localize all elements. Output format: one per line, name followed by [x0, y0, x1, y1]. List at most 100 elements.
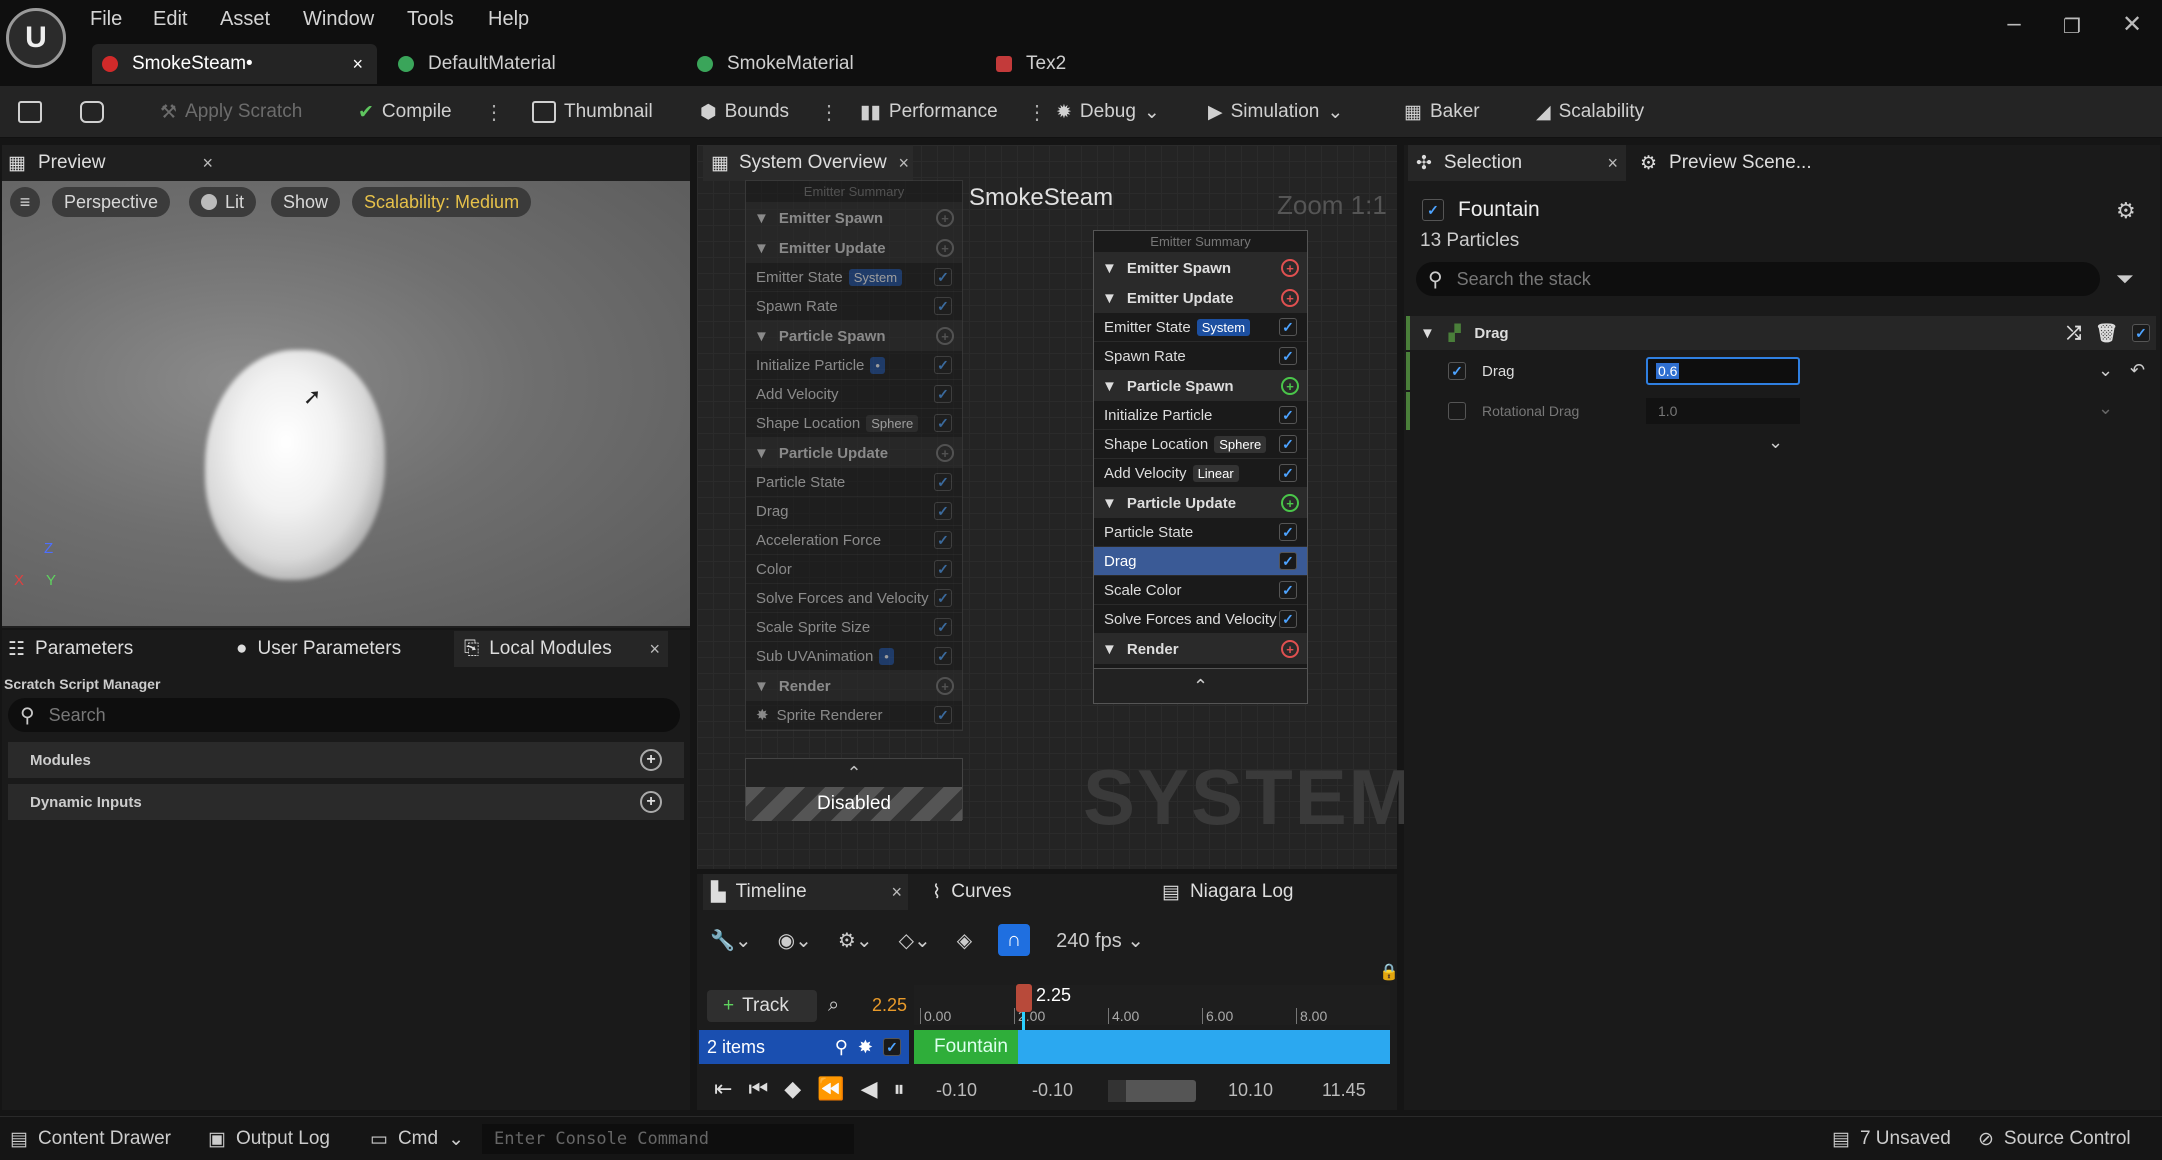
pause-icon[interactable]: ⏸: [894, 1076, 905, 1102]
compile-options-icon[interactable]: ⋮: [484, 100, 504, 124]
keyframe-icon[interactable]: ◇⌄: [899, 928, 931, 953]
settings-gear-icon[interactable]: ⚙: [2116, 198, 2136, 224]
hamburger-menu-icon[interactable]: ≡: [10, 187, 40, 217]
current-time-field[interactable]: 2.25: [872, 995, 907, 1016]
module-scale-sprite-size[interactable]: Scale Sprite Size ✓: [746, 613, 962, 642]
module-spawn-rate[interactable]: Spawn Rate ✓: [1094, 342, 1307, 371]
close-icon[interactable]: ×: [202, 153, 213, 174]
chevron-down-icon[interactable]: ⌄: [2098, 360, 2113, 381]
tab-smokesteam[interactable]: SmokeSteam• ×: [92, 44, 377, 84]
add-module-icon[interactable]: +: [936, 327, 954, 345]
module-enabled-checkbox[interactable]: ✓: [934, 297, 952, 315]
snap-magnet-icon[interactable]: ∩: [998, 924, 1031, 956]
module-enabled-checkbox[interactable]: ✓: [934, 414, 952, 432]
tab-tex2[interactable]: Tex2: [996, 44, 1196, 84]
add-module-icon[interactable]: +: [640, 749, 662, 771]
debug-button[interactable]: ✹ Debug ⌄: [1056, 98, 1160, 126]
module-enabled-checkbox[interactable]: ✓: [934, 356, 952, 374]
module-sub-uvanimation[interactable]: Sub UVAnimation • ✓: [746, 642, 962, 671]
performance-options-icon[interactable]: ⋮: [1027, 100, 1047, 124]
close-icon[interactable]: ×: [898, 153, 909, 174]
scalability-medium-button[interactable]: Scalability: Medium: [352, 187, 532, 217]
dynamic-inputs-section[interactable]: Dynamic Inputs +: [8, 784, 684, 820]
close-icon[interactable]: ×: [649, 639, 660, 660]
module-add-velocity[interactable]: Add Velocity Linear ✓: [1094, 459, 1307, 488]
module-emitter-state[interactable]: Emitter State System ✓: [746, 263, 962, 292]
add-module-icon[interactable]: +: [936, 239, 954, 257]
playback-options-icon[interactable]: ⚙⌄: [838, 928, 873, 953]
tab-parameters[interactable]: ☷ Parameters: [8, 631, 133, 667]
module-enabled-checkbox[interactable]: ✓: [934, 268, 952, 286]
module-shape-location[interactable]: Shape Location Sphere ✓: [746, 409, 962, 438]
console-input[interactable]: Enter Console Command: [482, 1124, 854, 1154]
view-start-field[interactable]: -0.10: [936, 1080, 977, 1101]
menu-edit[interactable]: Edit: [153, 8, 187, 31]
tab-smokematerial[interactable]: SmokeMaterial: [697, 44, 967, 84]
menu-file[interactable]: File: [90, 8, 122, 31]
add-dynamic-input-icon[interactable]: +: [640, 791, 662, 813]
bounds-options-icon[interactable]: ⋮: [819, 100, 839, 124]
close-icon[interactable]: ×: [352, 54, 363, 75]
step-back-icon[interactable]: ◆: [784, 1076, 801, 1102]
cmd-dropdown[interactable]: ▭ Cmd ⌄: [370, 1128, 464, 1151]
module-solve-forces-and-velocity[interactable]: Solve Forces and Velocity ✓: [1094, 605, 1307, 634]
restore-icon[interactable]: ❐: [2052, 14, 2092, 39]
params-search-input[interactable]: ⚲ Search: [8, 698, 680, 732]
close-icon[interactable]: ×: [891, 882, 902, 903]
module-enabled-checkbox[interactable]: ✓: [1279, 552, 1297, 570]
content-drawer-button[interactable]: ▤ Content Drawer: [10, 1128, 171, 1151]
simulation-button[interactable]: ▶ Simulation ⌄: [1208, 98, 1343, 126]
module-enabled-checkbox[interactable]: ✓: [1279, 581, 1297, 599]
module-add-velocity[interactable]: Add Velocity ✓: [746, 380, 962, 409]
emitter-enabled-checkbox[interactable]: ✓: [1422, 199, 1444, 221]
module-enabled-checkbox[interactable]: ✓: [2132, 324, 2150, 342]
module-enabled-checkbox[interactable]: ✓: [934, 502, 952, 520]
stack-search-input[interactable]: ⚲ Search the stack: [1416, 262, 2100, 296]
stage-particle-update[interactable]: ▼ Particle Update +: [746, 438, 962, 468]
menu-tools[interactable]: Tools: [407, 8, 454, 31]
menu-asset[interactable]: Asset: [220, 8, 270, 31]
tab-user-parameters[interactable]: ● User Parameters: [236, 631, 401, 667]
module-shape-location[interactable]: Shape Location Sphere ✓: [1094, 430, 1307, 459]
close-icon[interactable]: ×: [1607, 153, 1618, 174]
view-end-field[interactable]: 11.45: [1322, 1080, 1366, 1101]
working-end-field[interactable]: 10.10: [1228, 1080, 1273, 1101]
chevron-down-icon[interactable]: ⌄: [2098, 398, 2113, 419]
add-track-button[interactable]: + Track: [707, 990, 817, 1022]
tab-preview[interactable]: ▦ Preview ×: [8, 145, 213, 181]
emitter-node-fountain[interactable]: Emitter Summary ▼ Emitter Spawn + ▼ Emitter U…: [1093, 230, 1308, 694]
module-spawn-rate[interactable]: Spawn Rate ✓: [746, 292, 962, 321]
module-drag[interactable]: Drag ✓: [746, 497, 962, 526]
tab-timeline[interactable]: ▙ Timeline ×: [703, 874, 908, 910]
drag-module-header[interactable]: ▼ ▞ Drag ⤮ 🗑 ✓: [1406, 316, 2156, 350]
module-enabled-checkbox[interactable]: ✓: [1279, 464, 1297, 482]
time-range-scrollbar[interactable]: [1108, 1080, 1196, 1102]
add-module-icon[interactable]: +: [936, 444, 954, 462]
rotational-drag-checkbox[interactable]: ✓: [1448, 402, 1466, 420]
module-drag[interactable]: Drag ✓: [1094, 547, 1307, 576]
drag-value-input[interactable]: 0.6: [1646, 357, 1800, 385]
module-enabled-checkbox[interactable]: ✓: [934, 385, 952, 403]
module-particle-state[interactable]: Particle State ✓: [1094, 518, 1307, 547]
jump-start-icon[interactable]: ⇤: [714, 1076, 732, 1102]
performance-button[interactable]: ▮▮ Performance: [860, 98, 998, 126]
add-module-icon[interactable]: +: [1281, 494, 1299, 512]
tab-local-modules[interactable]: ⎘ Local Modules ×: [454, 631, 668, 667]
compile-button[interactable]: ✔ Compile: [358, 98, 452, 126]
menu-help[interactable]: Help: [488, 8, 529, 31]
delete-icon[interactable]: 🗑: [2095, 323, 2118, 344]
stage-render[interactable]: ▼ Render +: [746, 671, 962, 701]
shuffle-icon[interactable]: ⤮: [2067, 323, 2081, 344]
module-enabled-checkbox[interactable]: ✓: [934, 647, 952, 665]
items-enabled-checkbox[interactable]: ✓: [883, 1038, 901, 1056]
reset-arrow-icon[interactable]: ↶: [2130, 360, 2145, 381]
previous-key-icon[interactable]: ⏮: [748, 1076, 768, 1102]
tab-curves[interactable]: ⌇ Curves: [932, 874, 1011, 910]
perspective-button[interactable]: Perspective: [52, 187, 171, 217]
lock-icon[interactable]: 🔒: [1379, 962, 1399, 982]
expand-advanced-icon[interactable]: ⌄: [1768, 432, 1783, 453]
stage-emitter-spawn[interactable]: ▼ Emitter Spawn +: [1094, 253, 1307, 283]
rotational-drag-value[interactable]: 1.0: [1646, 398, 1800, 424]
module-enabled-checkbox[interactable]: ✓: [934, 706, 952, 724]
bounds-button[interactable]: ⬢ Bounds: [700, 98, 789, 126]
